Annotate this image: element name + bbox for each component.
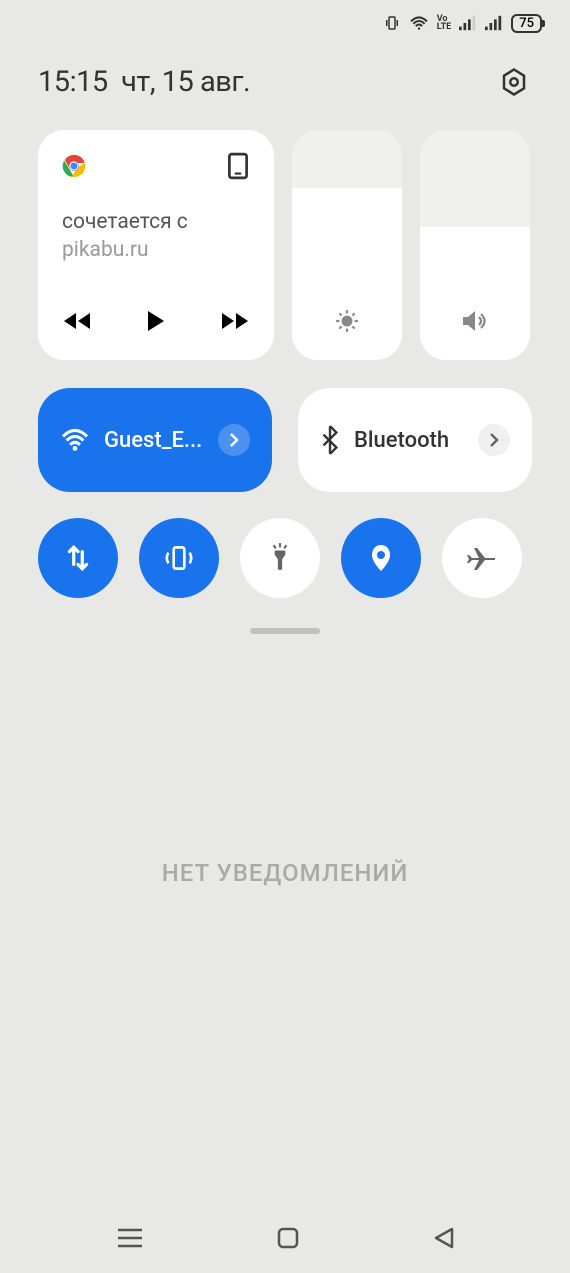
play-icon — [146, 310, 166, 332]
wifi-label: Guest_E... — [104, 428, 204, 453]
time-label: 15:15 — [38, 65, 108, 99]
cast-icon[interactable] — [226, 152, 250, 180]
nav-bar — [0, 1203, 570, 1273]
bluetooth-label: Bluetooth — [354, 428, 464, 453]
chevron-right-icon — [229, 433, 239, 447]
qs-header: 15:15 чт, 15 авг. — [0, 46, 570, 130]
prev-button[interactable] — [64, 311, 92, 331]
chevron-right-icon — [489, 433, 499, 447]
brightness-icon — [334, 308, 360, 334]
media-title: сочетается с — [62, 210, 250, 234]
chrome-icon — [62, 154, 86, 178]
bluetooth-expand-button[interactable] — [478, 424, 510, 456]
home-icon — [276, 1226, 300, 1250]
volume-slider[interactable] — [420, 130, 530, 360]
vibrate-icon — [162, 543, 196, 573]
media-subtitle: pikabu.ru — [62, 238, 250, 262]
home-button[interactable] — [276, 1226, 300, 1250]
media-card[interactable]: сочетается с pikabu.ru — [38, 130, 274, 360]
next-button[interactable] — [220, 311, 248, 331]
wifi-icon — [60, 428, 90, 452]
bluetooth-icon — [320, 425, 340, 455]
vibrate-toggle[interactable] — [139, 518, 219, 598]
drag-handle[interactable] — [250, 628, 320, 634]
flashlight-toggle[interactable] — [240, 518, 320, 598]
recents-button[interactable] — [116, 1227, 144, 1249]
back-icon — [432, 1226, 454, 1250]
wifi-expand-button[interactable] — [218, 424, 250, 456]
prev-icon — [64, 311, 92, 331]
location-toggle[interactable] — [341, 518, 421, 598]
brightness-slider[interactable] — [292, 130, 402, 360]
volte-icon: VoLTE — [437, 15, 452, 31]
no-notifications-label: НЕТ УВЕДОМЛЕНИЙ — [0, 859, 570, 887]
play-button[interactable] — [146, 310, 166, 332]
data-icon — [65, 543, 91, 573]
vibrate-status-icon — [383, 14, 401, 32]
mobile-data-toggle[interactable] — [38, 518, 118, 598]
location-icon — [369, 543, 393, 573]
wifi-status-icon — [409, 15, 429, 31]
flashlight-icon — [269, 542, 291, 574]
date-label: чт, 15 авг. — [121, 65, 250, 99]
next-icon — [220, 311, 248, 331]
status-bar: VoLTE 75 — [0, 0, 570, 46]
wifi-toggle[interactable]: Guest_E... — [38, 388, 272, 492]
airplane-icon — [467, 544, 497, 572]
bluetooth-toggle[interactable]: Bluetooth — [298, 388, 532, 492]
menu-icon — [116, 1227, 144, 1249]
signal1-icon — [459, 15, 477, 31]
volume-icon — [461, 308, 489, 334]
battery-badge: 75 — [511, 14, 542, 33]
back-button[interactable] — [432, 1226, 454, 1250]
gear-icon — [499, 67, 529, 97]
signal2-icon — [485, 15, 503, 31]
settings-button[interactable] — [496, 64, 532, 100]
airplane-toggle[interactable] — [442, 518, 522, 598]
